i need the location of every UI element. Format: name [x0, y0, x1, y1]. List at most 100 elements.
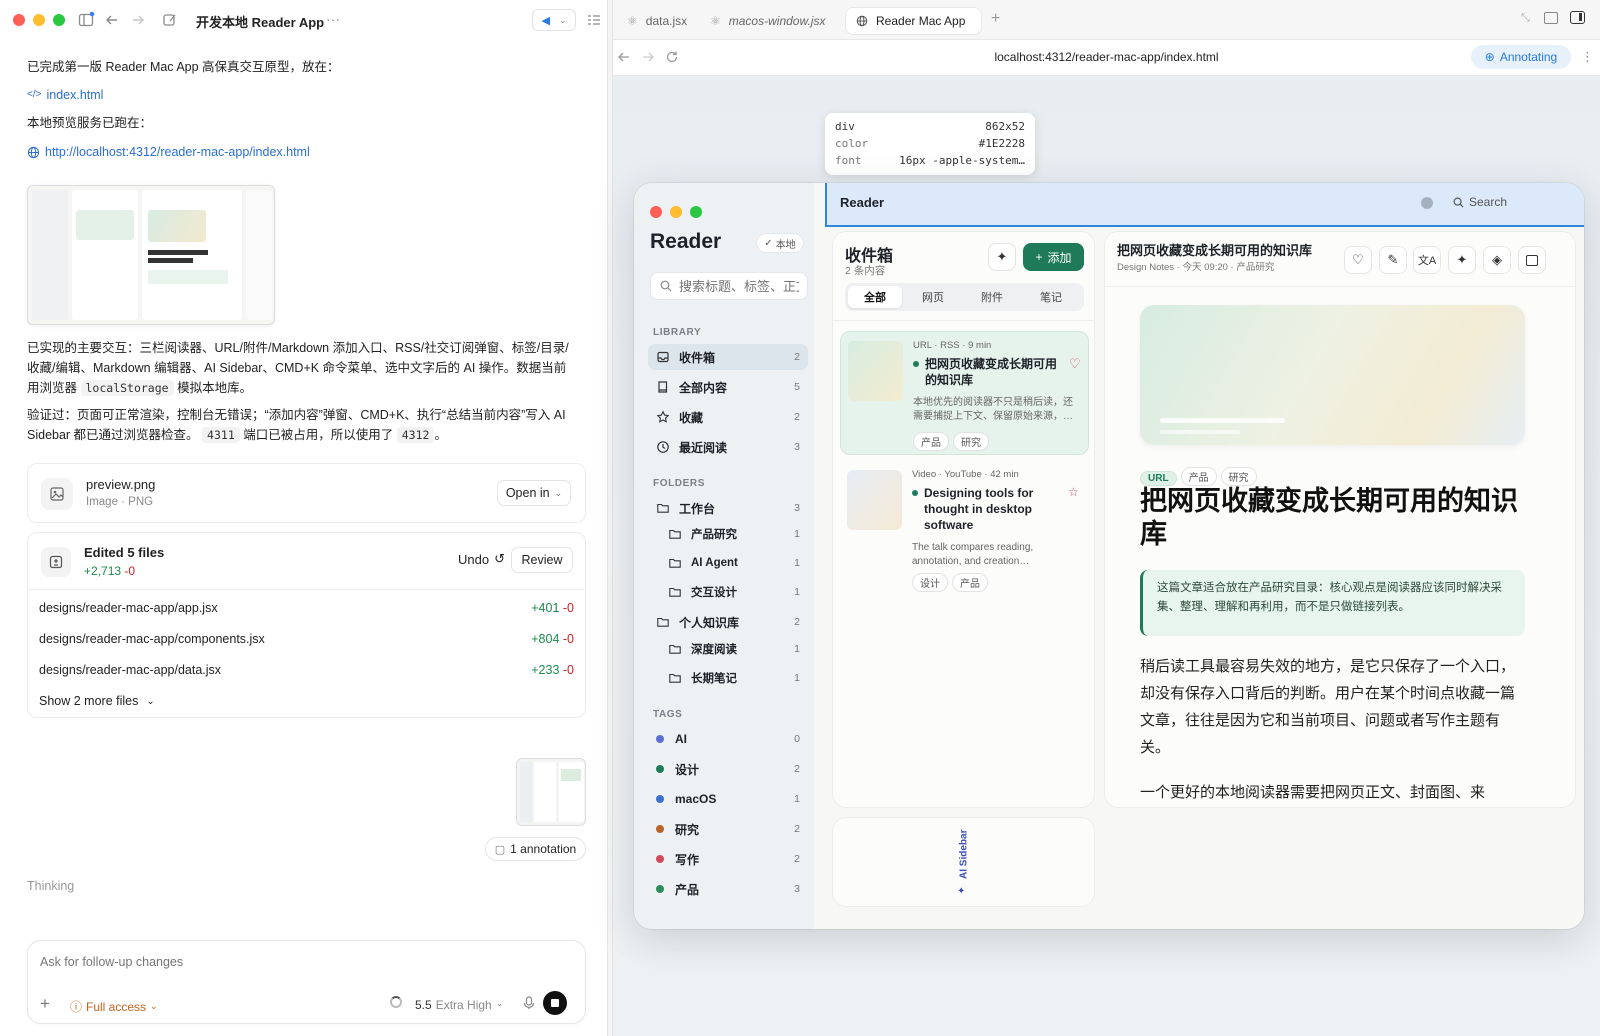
sidebar-search-input[interactable] [679, 278, 799, 294]
sidebar-folder[interactable]: 交互设计 1 [648, 579, 808, 605]
sidebar-folder[interactable]: 个人知识库 2 [648, 609, 808, 635]
star-icon[interactable]: ☆ [1068, 485, 1079, 499]
tab-label: data.jsx [645, 14, 688, 28]
annotation-badge[interactable]: ▢ 1 annotation [485, 837, 586, 861]
stop-button[interactable] [543, 991, 567, 1015]
minimize-window-button[interactable] [670, 206, 682, 218]
preview-url-label[interactable]: http://localhost:4312/reader-mac-app/ind… [45, 142, 310, 162]
tag-chip[interactable]: 产品 [952, 573, 988, 592]
plus-icon[interactable]: + [40, 994, 50, 1014]
tag-label: macOS [675, 792, 717, 806]
heart-icon[interactable]: ♡ [1069, 356, 1081, 372]
filter-all[interactable]: 全部 [848, 286, 902, 308]
add-button[interactable]: + 添加 [1023, 243, 1084, 271]
folder-icon [656, 615, 670, 629]
translate-button[interactable]: 文A [1413, 246, 1441, 274]
undo-button[interactable]: Undo ↺ [458, 551, 505, 567]
favorite-button[interactable]: ♡ [1344, 246, 1372, 274]
open-in-editor-button[interactable]: ◀ ⌄ [532, 9, 576, 31]
list-item[interactable]: URL · RSS · 9 min 把网页收藏变成长期可用的知识库 ♡ 本地优先… [840, 331, 1089, 455]
ai-button[interactable]: ✦ [1448, 246, 1476, 274]
screenshot-thumbnail[interactable] [516, 758, 586, 826]
tab-macos-window-jsx[interactable]: ⚛ macos-window.jsx [700, 8, 835, 34]
undo-label: Undo [458, 551, 490, 567]
sidebar-folder[interactable]: 产品研究 1 [648, 521, 808, 547]
reader-window: Reader ✓本地 LIBRARY 收件箱 2 全部内容 5 收藏 2 最近阅读 3 FOL… [634, 183, 1584, 929]
sidebar-item-clock[interactable]: 最近阅读 3 [648, 434, 808, 460]
sidebar-tag[interactable]: 研究 2 [648, 816, 808, 842]
sidebar-folder[interactable]: 长期笔记 1 [648, 665, 808, 691]
header-search-button[interactable]: Search [1453, 195, 1507, 209]
close-window-button[interactable] [13, 14, 25, 26]
sidebar-item-book[interactable]: 全部内容 5 [648, 374, 808, 400]
show-more-files-button[interactable]: Show 2 more files ⌄ [39, 686, 574, 716]
edited-file-row[interactable]: designs/reader-mac-app/data.jsx +233 -0 [39, 655, 574, 685]
access-level-dropdown[interactable]: ⓘ Full access ⌄ [70, 998, 158, 1015]
sidebar-tag[interactable]: 写作 2 [648, 846, 808, 872]
preview-url-link[interactable]: http://localhost:4312/reader-mac-app/ind… [27, 142, 310, 162]
article-cover-image [1140, 305, 1525, 445]
url-text[interactable]: localhost:4312/reader-mac-app/index.html [613, 50, 1600, 64]
tab-label: macos-window.jsx [728, 14, 826, 28]
sidebar-tag[interactable]: 设计 2 [648, 756, 808, 782]
tab-reader-mac-app[interactable]: Reader Mac App [846, 8, 981, 34]
follow-up-input[interactable] [40, 951, 560, 973]
sidebar-right-icon[interactable] [1570, 11, 1585, 24]
microphone-icon[interactable] [523, 996, 535, 1010]
tag-chip[interactable]: 产品 [913, 432, 949, 451]
item-meta: URL · RSS · 9 min [913, 340, 992, 351]
type-chip[interactable]: URL [1140, 471, 1177, 486]
collapse-icon[interactable]: ⤡ [1521, 12, 1530, 25]
message-4-mid: 端口已被占用，所以使用了 [243, 428, 394, 442]
review-button[interactable]: Review [511, 547, 573, 573]
layers-button[interactable]: ◈ [1483, 246, 1511, 274]
model-dropdown[interactable]: 5.5 Extra High ⌄ [415, 998, 503, 1012]
sidebar-tag[interactable]: 产品 3 [648, 876, 808, 902]
filter-notes[interactable]: 笔记 [1024, 286, 1078, 308]
tag-chip[interactable]: 研究 [953, 432, 989, 451]
minimize-window-button[interactable] [33, 14, 45, 26]
list-item[interactable]: Video · YouTube · 42 min Designing tools… [840, 461, 1089, 593]
forward-arrow-icon[interactable] [129, 11, 147, 29]
zoom-window-button[interactable] [690, 206, 702, 218]
folder-count: 1 [794, 643, 800, 655]
sidebar-folder[interactable]: 深度阅读 1 [648, 636, 808, 662]
more-icon[interactable]: ··· [326, 11, 340, 27]
tag-label: 产品 [675, 882, 700, 897]
sidebar-search[interactable] [650, 272, 808, 300]
filter-web[interactable]: 网页 [906, 286, 960, 308]
sidebar-tag[interactable]: AI 0 [648, 726, 808, 752]
ai-sidebar-collapsed[interactable]: AI Sidebar ✦ [832, 817, 1095, 907]
open-in-button[interactable]: Open in ⌄ [497, 480, 571, 506]
filter-attachment[interactable]: 附件 [965, 286, 1019, 308]
sidebar-folder[interactable]: 工作台 3 [648, 495, 808, 521]
filter-segmented-control: 全部 网页 附件 笔记 [845, 283, 1084, 311]
edited-file-row[interactable]: designs/reader-mac-app/components.jsx +80… [39, 624, 574, 654]
back-arrow-icon[interactable] [103, 11, 121, 29]
tag-chip[interactable]: 研究 [1220, 467, 1257, 486]
more-vertical-icon[interactable]: ⋮ [1581, 49, 1594, 65]
sidebar-item-star[interactable]: 收藏 2 [648, 404, 808, 430]
tag-chip[interactable]: 设计 [912, 573, 948, 592]
sidebar-toggle-icon[interactable] [77, 11, 95, 29]
new-tab-icon[interactable]: + [991, 10, 1000, 28]
edit-button[interactable]: ✎ [1379, 246, 1407, 274]
sidebar-item-inbox[interactable]: 收件箱 2 [648, 344, 808, 370]
close-window-button[interactable] [650, 206, 662, 218]
annotating-toggle[interactable]: ⊕ Annotating [1471, 45, 1571, 69]
file-link[interactable]: </> index.html [27, 85, 103, 105]
sidebar-folder[interactable]: AI Agent 1 [648, 550, 808, 576]
preview-thumbnail[interactable] [27, 185, 275, 325]
new-chat-icon[interactable] [161, 11, 179, 29]
tab-data-jsx[interactable]: ⚛ data.jsx [617, 8, 697, 34]
sidebar-tag[interactable]: macOS 1 [648, 786, 808, 812]
file-link-label[interactable]: index.html [46, 85, 103, 105]
edited-file-row[interactable]: designs/reader-mac-app/app.jsx +401 -0 [39, 593, 574, 623]
panel-layout-icon[interactable] [585, 11, 603, 29]
ai-sparkle-button[interactable]: ✦ [988, 243, 1016, 271]
file-add: +804 [531, 632, 560, 646]
tag-chip[interactable]: 产品 [1180, 467, 1217, 486]
zoom-window-button[interactable] [53, 14, 65, 26]
window-mode-icon[interactable] [1544, 12, 1558, 24]
toggle-panel-button[interactable] [1518, 246, 1546, 274]
